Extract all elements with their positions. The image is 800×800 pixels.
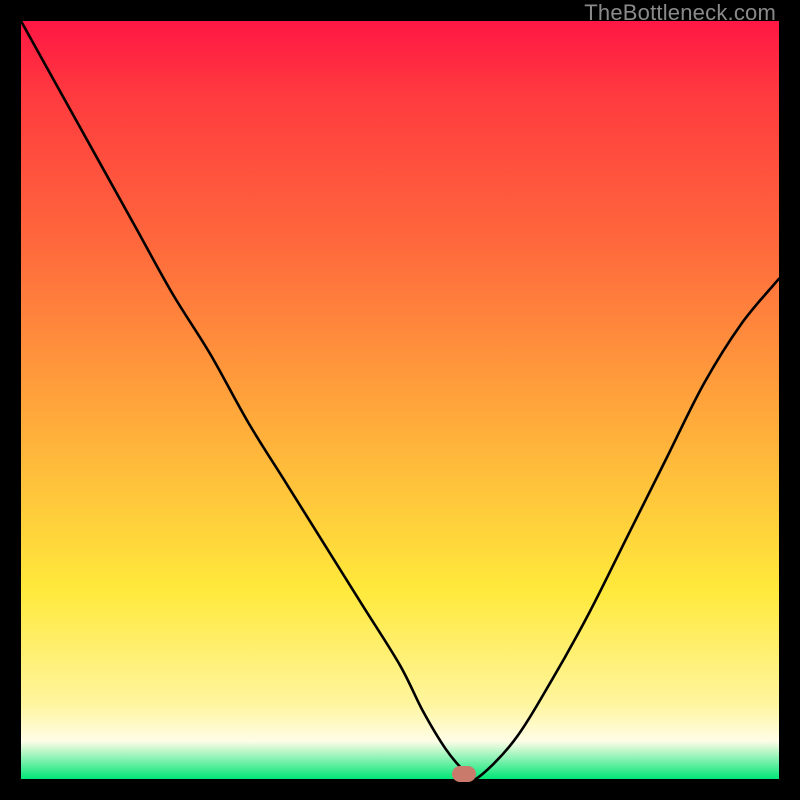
plot-area — [21, 21, 779, 779]
chart-frame: TheBottleneck.com — [0, 0, 800, 800]
optimal-point-marker — [452, 766, 476, 782]
bottleneck-curve — [21, 21, 779, 779]
